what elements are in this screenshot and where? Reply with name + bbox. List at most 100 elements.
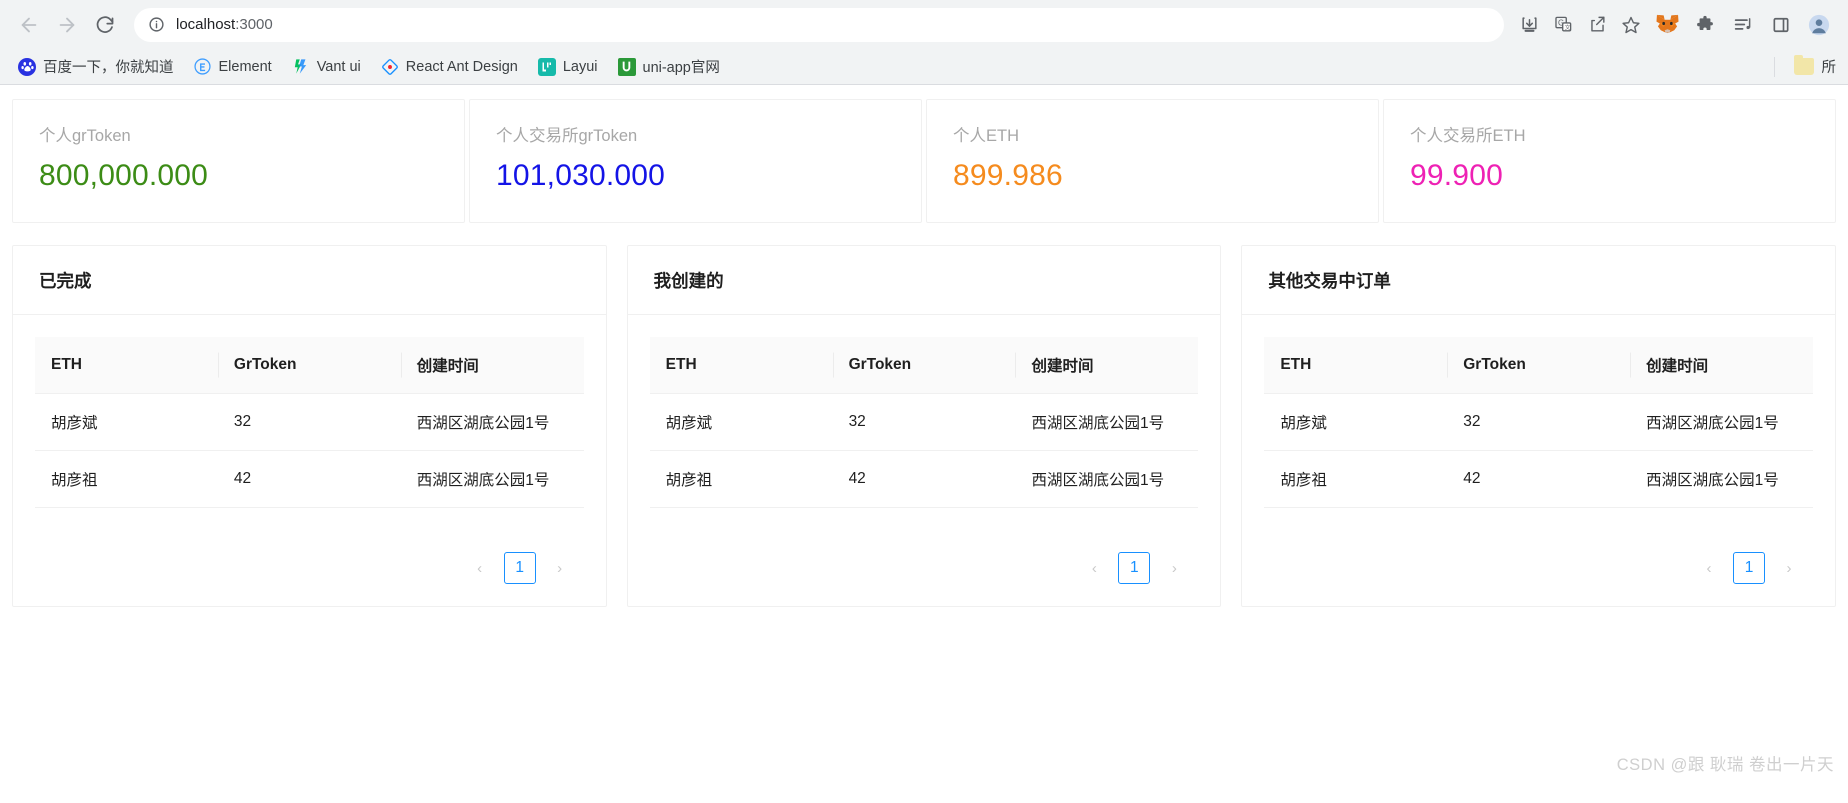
column-header-eth: ETH (35, 337, 218, 395)
table-card-other-trading-orders: 其他交易中订单 ETH GrToken 创建时间 胡彦斌 32 西湖区湖底公园1… (1241, 245, 1837, 608)
bookmark-layui[interactable]: Layui (530, 53, 606, 81)
stat-value: 899.986 (953, 159, 1063, 193)
side-panel-button[interactable] (1764, 8, 1798, 42)
stat-title: 个人ETH (953, 127, 1019, 145)
table-card-my-created: 我创建的 ETH GrToken 创建时间 胡彦斌 32 西湖区湖底公园1号 胡… (626, 245, 1222, 608)
share-button[interactable] (1580, 8, 1614, 42)
reload-icon (96, 16, 113, 33)
translate-icon: G 文 (1554, 16, 1571, 32)
install-app-icon (1521, 17, 1537, 32)
install-app-button[interactable] (1512, 8, 1546, 42)
back-button[interactable] (10, 6, 48, 44)
bookmark-vant[interactable]: Vant ui (284, 53, 369, 81)
stat-card-exchange-grtoken: 个人交易所grToken 101,030.000 (469, 99, 922, 224)
uniapp-icon (617, 57, 636, 76)
orders-table: ETH GrToken 创建时间 胡彦斌 32 西湖区湖底公园1号 胡彦祖 42… (1264, 337, 1814, 509)
playlist-music-icon (1734, 18, 1750, 30)
card-header: 其他交易中订单 (1242, 246, 1836, 316)
column-header-created-time: 创建时间 (1630, 337, 1814, 395)
extensions-button[interactable] (1688, 8, 1722, 42)
stat-title: 个人grToken (39, 127, 131, 145)
cell-eth: 胡彦祖 (649, 450, 833, 509)
cell-grtoken: 42 (832, 450, 1016, 509)
forward-arrow-icon (59, 17, 75, 32)
column-header-grtoken: GrToken (217, 337, 401, 395)
stat-value: 101,030.000 (496, 159, 666, 193)
metamask-button[interactable] (1650, 8, 1684, 42)
pagination-next-button[interactable]: › (1773, 552, 1805, 584)
translate-button[interactable]: G 文 (1546, 8, 1580, 42)
pagination-page-1[interactable]: 1 (1733, 552, 1766, 585)
stat-value: 800,000.000 (39, 159, 209, 193)
cell-created-time: 西湖区湖底公园1号 (1630, 393, 1814, 452)
orders-table: ETH GrToken 创建时间 胡彦斌 32 西湖区湖底公园1号 胡彦祖 42… (35, 337, 584, 509)
bookmark-element[interactable]: Element (186, 53, 280, 81)
table-row: 胡彦祖 42 西湖区湖底公园1号 (1264, 450, 1814, 509)
bookmark-label: Layui (562, 58, 598, 75)
bookmark-folder[interactable]: 所 (1785, 53, 1845, 81)
column-header-created-time: 创建时间 (1015, 337, 1199, 395)
pagination-prev-button[interactable]: ‹ (464, 552, 496, 584)
site-info-icon[interactable] (146, 15, 166, 35)
orders-table: ETH GrToken 创建时间 胡彦斌 32 西湖区湖底公园1号 胡彦祖 42… (649, 337, 1199, 509)
share-icon (1590, 16, 1605, 32)
bookmark-react-ant-design[interactable]: React Ant Design (373, 53, 526, 81)
pagination-prev-button[interactable]: ‹ (1693, 552, 1725, 584)
stats-row: 个人grToken 800,000.000 个人交易所grToken 101,0… (12, 99, 1836, 224)
stat-card-personal-eth: 个人ETH 899.986 (926, 99, 1379, 224)
vant-icon (292, 58, 310, 76)
bookmark-uniapp[interactable]: uni-app官网 (610, 53, 728, 81)
back-arrow-icon (21, 17, 37, 32)
cell-grtoken: 32 (217, 393, 401, 452)
bookmark-label: Vant ui (316, 58, 361, 75)
pagination: ‹ 1 › (35, 526, 584, 606)
reading-list-button[interactable] (1726, 8, 1760, 42)
bookmark-star-button[interactable] (1614, 8, 1648, 42)
url-text: localhost:3000 (176, 16, 273, 33)
column-header-grtoken: GrToken (1447, 337, 1631, 395)
browser-toolbar: localhost:3000 G 文 (0, 0, 1848, 49)
stat-card-exchange-eth: 个人交易所ETH 99.900 (1383, 99, 1836, 224)
card-header: 我创建的 (627, 246, 1221, 316)
stat-card-personal-grtoken: 个人grToken 800,000.000 (12, 99, 465, 224)
stat-title: 个人交易所grToken (496, 127, 638, 145)
pagination-prev-button[interactable]: ‹ (1078, 552, 1110, 584)
pagination-next-button[interactable]: › (544, 552, 576, 584)
cell-grtoken: 42 (1447, 450, 1631, 509)
card-header: 已完成 (13, 246, 606, 316)
table-head: ETH GrToken 创建时间 (35, 337, 584, 395)
bookmarks-overflow-group: 所 (1764, 49, 1848, 84)
puzzle-piece-icon (1697, 15, 1713, 30)
forward-button[interactable] (48, 6, 86, 44)
cell-grtoken: 32 (1447, 393, 1631, 452)
cell-eth: 胡彦祖 (35, 450, 218, 509)
card-title: 我创建的 (653, 271, 724, 292)
pagination-next-button[interactable]: › (1158, 552, 1190, 584)
cell-created-time: 西湖区湖底公园1号 (1015, 450, 1199, 509)
table-body: 胡彦斌 32 西湖区湖底公园1号 胡彦祖 42 西湖区湖底公园1号 (35, 393, 584, 509)
table-header-row: ETH GrToken 创建时间 (649, 337, 1199, 395)
cell-grtoken: 32 (832, 393, 1016, 452)
address-bar[interactable]: localhost:3000 (134, 7, 1504, 42)
cell-created-time: 西湖区湖底公园1号 (400, 450, 584, 509)
pagination-page-1[interactable]: 1 (1118, 552, 1151, 585)
bookmark-folder-label: 所 (1821, 60, 1837, 76)
cell-created-time: 西湖区湖底公园1号 (1630, 450, 1814, 509)
table-row: 胡彦斌 32 西湖区湖底公园1号 (35, 393, 584, 452)
table-row: 胡彦斌 32 西湖区湖底公园1号 (1264, 393, 1814, 452)
folder-icon (1793, 55, 1815, 76)
metamask-fox-icon (1655, 14, 1679, 34)
table-header-row: ETH GrToken 创建时间 (35, 337, 584, 395)
watermark: CSDN @跟 耿瑞 卷出一片天 (1616, 756, 1834, 774)
pagination-page-1[interactable]: 1 (503, 552, 536, 585)
column-header-eth: ETH (649, 337, 833, 395)
table-body: 胡彦斌 32 西湖区湖底公园1号 胡彦祖 42 西湖区湖底公园1号 (1264, 393, 1814, 509)
cell-eth: 胡彦斌 (649, 393, 833, 452)
profile-button[interactable] (1802, 8, 1836, 42)
table-row: 胡彦斌 32 西湖区湖底公园1号 (649, 393, 1199, 452)
cell-eth: 胡彦斌 (35, 393, 218, 452)
cell-created-time: 西湖区湖底公园1号 (400, 393, 584, 452)
bookmark-baidu[interactable]: 百度一下，你就知道 (10, 53, 182, 81)
reload-button[interactable] (86, 6, 124, 44)
stat-title: 个人交易所ETH (1410, 127, 1526, 145)
